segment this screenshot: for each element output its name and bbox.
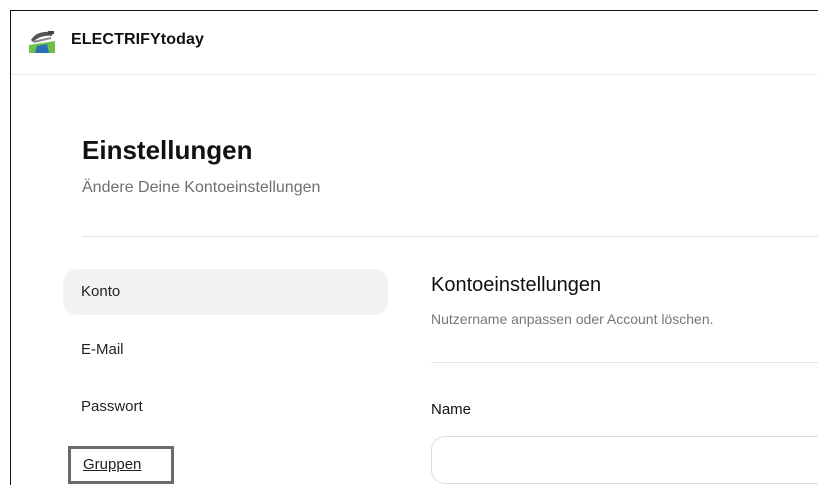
section-subtitle: Nutzername anpassen oder Account löschen…: [431, 311, 714, 327]
top-bar: ELECTRIFYtoday: [11, 11, 818, 75]
section-title: Kontoeinstellungen: [431, 274, 602, 296]
name-field-label: Name: [431, 401, 472, 418]
header-divider: [82, 236, 818, 237]
page-title: Einstellungen: [82, 135, 253, 165]
sidebar-item-konto[interactable]: Konto: [63, 269, 388, 315]
page-subtitle: Ändere Deine Kontoeinstellungen: [82, 179, 321, 196]
brand-name[interactable]: ELECTRIFYtoday: [71, 31, 204, 49]
sidebar-item-gruppen[interactable]: Gruppen: [68, 446, 174, 484]
car-road-logo-icon[interactable]: [27, 27, 57, 53]
sidebar-item-email[interactable]: E-Mail: [63, 327, 388, 373]
app-window: ELECTRIFYtoday Einstellungen Ändere Dein…: [10, 10, 818, 485]
name-input[interactable]: [431, 436, 818, 484]
section-divider: [431, 362, 818, 363]
sidebar-item-gruppen-label[interactable]: Gruppen: [83, 456, 141, 473]
sidebar-item-passwort[interactable]: Passwort: [63, 384, 388, 430]
